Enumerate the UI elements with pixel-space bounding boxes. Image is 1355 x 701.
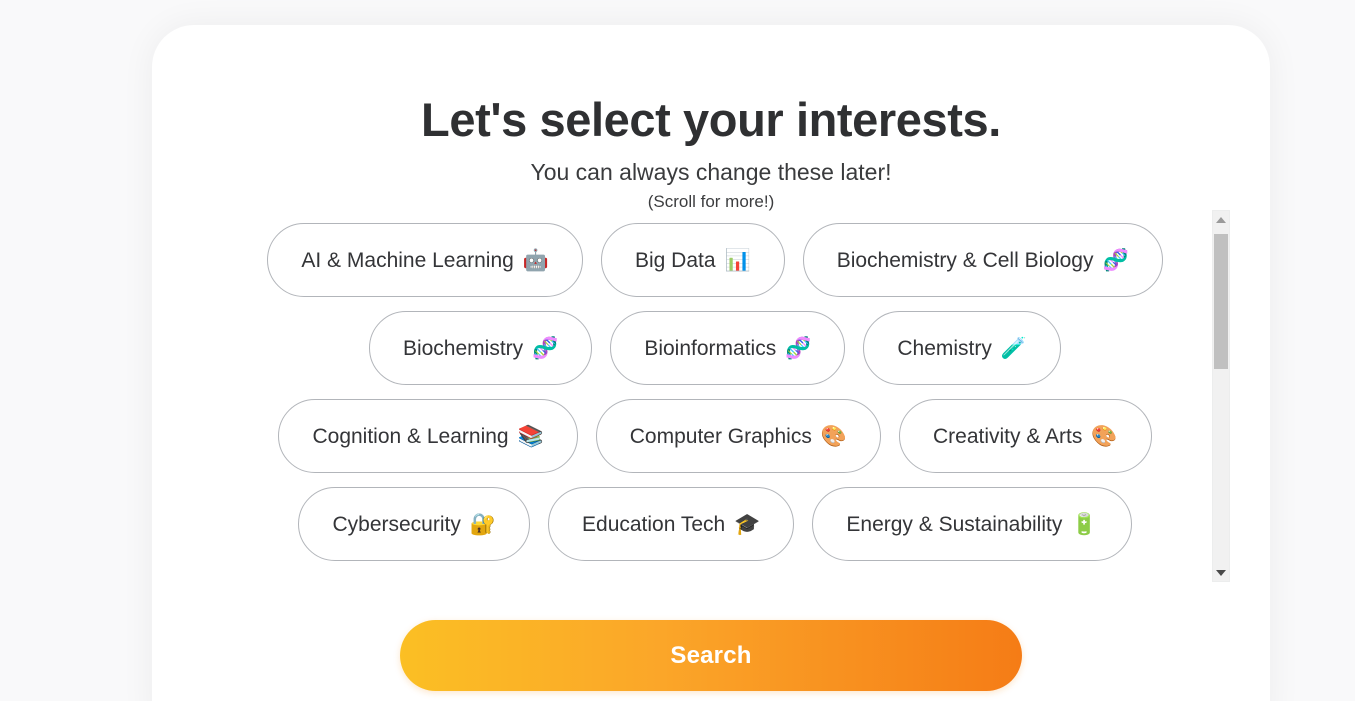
interest-chip-label: Biochemistry & Cell Biology <box>836 248 1094 272</box>
interest-chip[interactable]: Energy & Sustainability 🔋 <box>812 487 1132 561</box>
interest-row: Biochemistry 🧬 Bioinformatics 🧬 Chemistry 🧪 <box>220 311 1210 385</box>
interests-selection-screen: Let's select your interests. You can alw… <box>0 0 1355 701</box>
dna-icon: 🧬 <box>1102 247 1129 272</box>
interest-chip[interactable]: Biochemistry 🧬 <box>368 311 593 385</box>
interest-chip-label: Cybersecurity <box>332 512 461 536</box>
interest-chip-label: Biochemistry <box>402 336 524 360</box>
interest-chip-label: Cognition & Learning <box>312 424 509 448</box>
interest-chip[interactable]: Biochemistry & Cell Biology 🧬 <box>802 223 1163 297</box>
chevron-up-icon <box>1216 216 1226 223</box>
scroll-down-button[interactable] <box>1213 564 1229 581</box>
interests-scroll-area: AI & Machine Learning 🤖 Big Data 📊 Biochemis… <box>220 210 1230 588</box>
interest-chip-label: Bioinformatics <box>644 336 777 360</box>
interest-chip[interactable]: Education Tech 🎓 <box>548 487 795 561</box>
dna-icon: 🧬 <box>785 335 812 360</box>
interest-chip[interactable]: AI & Machine Learning 🤖 <box>267 223 583 297</box>
chevron-down-icon <box>1216 569 1226 576</box>
scrollbar-thumb[interactable] <box>1214 234 1228 369</box>
bar-chart-icon: 📊 <box>724 247 751 272</box>
battery-icon: 🔋 <box>1071 511 1098 536</box>
interests-viewport: AI & Machine Learning 🤖 Big Data 📊 Biochemis… <box>220 210 1210 588</box>
page-title: Let's select your interests. <box>421 93 1001 146</box>
interests-card: Let's select your interests. You can alw… <box>152 25 1270 701</box>
palette-icon: 🎨 <box>820 423 847 448</box>
scroll-up-button[interactable] <box>1213 211 1229 228</box>
interest-chip[interactable]: Cybersecurity 🔐 <box>298 487 531 561</box>
interest-row: AI & Machine Learning 🤖 Big Data 📊 Biochemis… <box>220 223 1210 297</box>
search-button[interactable]: Search <box>400 620 1022 691</box>
card-content: Let's select your interests. You can alw… <box>152 25 1270 701</box>
interests-scrollbar[interactable] <box>1212 210 1230 582</box>
interest-chip-label: Creativity & Arts <box>933 424 1083 448</box>
interest-chip[interactable]: Bioinformatics 🧬 <box>610 311 846 385</box>
interest-chip[interactable]: Creativity & Arts 🎨 <box>899 399 1152 473</box>
interest-chip[interactable]: Chemistry 🧪 <box>863 311 1062 385</box>
interest-chip[interactable]: Cognition & Learning 📚 <box>278 399 578 473</box>
graduation-cap-icon: 🎓 <box>734 511 761 536</box>
interest-chip[interactable]: Computer Graphics 🎨 <box>595 399 881 473</box>
scroll-hint-text: (Scroll for more!) <box>647 192 775 212</box>
interests-list: AI & Machine Learning 🤖 Big Data 📊 Biochemis… <box>220 210 1210 561</box>
test-tube-icon: 🧪 <box>1000 335 1028 360</box>
interest-chip-label: Big Data <box>635 248 716 272</box>
interest-chip-label: Computer Graphics <box>629 424 812 448</box>
interest-row: Cognition & Learning 📚 Computer Graphics 🎨 C… <box>220 399 1210 473</box>
interest-chip[interactable]: Big Data 📊 <box>601 223 785 297</box>
interest-chip-label: Education Tech <box>582 512 726 536</box>
palette-icon: 🎨 <box>1091 423 1118 448</box>
interest-chip-label: Chemistry <box>897 336 992 360</box>
interest-chip-label: AI & Machine Learning <box>301 248 514 272</box>
lock-icon: 🔐 <box>469 511 497 536</box>
books-icon: 📚 <box>517 423 544 448</box>
interest-chip-label: Energy & Sustainability <box>846 512 1063 536</box>
dna-icon: 🧬 <box>532 335 559 360</box>
robot-icon: 🤖 <box>522 247 549 272</box>
page-subtitle: You can always change these later! <box>530 158 892 185</box>
interest-row: Cybersecurity 🔐 Education Tech 🎓 Energy & Su… <box>220 487 1210 561</box>
